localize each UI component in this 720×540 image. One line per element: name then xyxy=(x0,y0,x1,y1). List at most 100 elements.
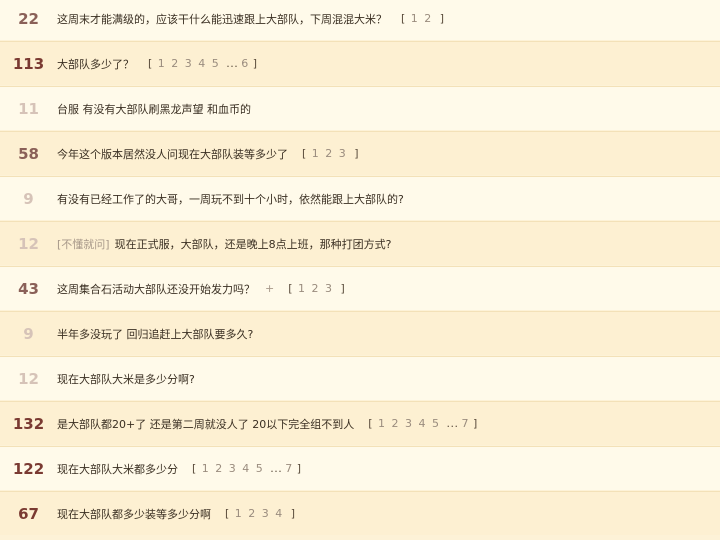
pager-open-bracket: [ xyxy=(192,462,197,475)
pager-page-link[interactable]: 4 xyxy=(198,57,206,70)
pager-page-link[interactable]: 4 xyxy=(275,507,283,520)
thread-row: 58 今年这个版本居然没人问现在大部队装等多少了 [1 2 3 ] xyxy=(0,131,720,175)
pager-open-bracket: [ xyxy=(401,12,406,25)
reply-count: 113 xyxy=(12,54,45,73)
thread-pager: [1 2 3 4 5 ... 6] xyxy=(148,57,258,70)
pager-page-link[interactable]: 4 xyxy=(242,462,250,475)
pager-close-bracket: ] xyxy=(473,417,478,430)
thread-title-group: 是大部队都20+了 还是第二周就没人了 20以下完全组不到人 [1 2 3 4 5… xyxy=(57,416,478,432)
thread-title-group: 有没有已经工作了的大哥，一周玩不到十个小时，依然能跟上大部队的? xyxy=(57,191,404,207)
pager-page-link[interactable]: 5 xyxy=(432,417,440,430)
thread-title-group: 现在大部队都多少装等多少分啊 [1 2 3 4 ] xyxy=(57,506,296,522)
thread-row: 43 这周集合石活动大部队还没开始发力吗？ + [1 2 3 ] xyxy=(0,266,720,310)
reply-count: 122 xyxy=(12,459,45,478)
pager-page-link[interactable]: 1 xyxy=(158,57,166,70)
thread-title-link[interactable]: 现在正式服，大部队，还是晚上8点上班，那种打团方式? xyxy=(115,236,392,252)
pager-close-bracket: ] xyxy=(354,147,360,160)
thread-title-link[interactable]: 有没有已经工作了的大哥，一周玩不到十个小时，依然能跟上大部队的? xyxy=(57,191,404,207)
pager-page-link[interactable]: 5 xyxy=(256,462,264,475)
pager-page-link[interactable]: 3 xyxy=(262,507,270,520)
thread-row: 12 现在大部队大米是多少分啊? xyxy=(0,356,720,400)
pager-close-bracket: ] xyxy=(340,282,346,295)
thread-title-link[interactable]: 大部队多少了？ xyxy=(57,56,134,72)
reply-count: 9 xyxy=(23,189,34,208)
thread-title-link[interactable]: 是大部队都20+了 还是第二周就没人了 20以下完全组不到人 xyxy=(57,416,354,432)
pager-last-page-link[interactable]: 6 xyxy=(241,57,249,70)
reply-count: 132 xyxy=(12,414,45,433)
thread-pager: [1 2 3 4 5 ... 7] xyxy=(192,462,302,475)
pager-page-link[interactable]: 2 xyxy=(248,507,256,520)
thread-title-group: 今年这个版本居然没人问现在大部队装等多少了 [1 2 3 ] xyxy=(57,146,359,162)
thread-row: 132 是大部队都20+了 还是第二周就没人了 20以下完全组不到人[1 2 3 … xyxy=(0,401,720,445)
thread-title-group: 现在大部队大米都多少分 [1 2 3 4 5 ... 7] xyxy=(57,461,302,477)
pager-page-link[interactable]: 1 xyxy=(202,462,210,475)
reply-count: 58 xyxy=(18,144,39,163)
thread-title-group: 半年多没玩了 回归追赶上大部队要多久? xyxy=(57,326,253,342)
thread-pager: [1 2 ] xyxy=(401,12,445,25)
pager-ellipsis: ... xyxy=(226,57,239,70)
pager-open-bracket: [ xyxy=(148,57,153,70)
thread-title-link[interactable]: 现在大部队大米都多少分 xyxy=(57,461,178,477)
thread-title-link[interactable]: 台服 有没有大部队刷黑龙声望 和血币的 xyxy=(57,101,251,117)
thread-prefix-tag[interactable]: [不懂就问] xyxy=(57,236,110,252)
pager-page-link[interactable]: 2 xyxy=(215,462,223,475)
pager-close-bracket: ] xyxy=(439,12,445,25)
thread-pager: [1 2 3 4 ] xyxy=(225,507,296,520)
pager-page-link[interactable]: 1 xyxy=(411,12,419,25)
thread-row: 9 有没有已经工作了的大哥，一周玩不到十个小时，依然能跟上大部队的? xyxy=(0,176,720,220)
pager-close-bracket: ] xyxy=(296,462,302,475)
reply-count: 43 xyxy=(18,279,39,298)
pager-page-link[interactable]: 3 xyxy=(339,147,347,160)
pager-page-link[interactable]: 2 xyxy=(325,147,333,160)
pager-page-link[interactable]: 3 xyxy=(185,57,193,70)
thread-pager: [1 2 3 4 5 ... 7] xyxy=(368,417,478,430)
thread-row: 22 这周末才能满级的，应该干什么能迅速跟上大部队，下周混混大米？ [1 2 ] xyxy=(0,0,720,40)
pager-page-link[interactable]: 5 xyxy=(212,57,220,70)
thread-title-link[interactable]: 半年多没玩了 回归追赶上大部队要多久? xyxy=(57,326,253,342)
thread-row: 122 现在大部队大米都多少分 [1 2 3 4 5 ... 7] xyxy=(0,446,720,490)
thread-title-group: 现在大部队大米是多少分啊? xyxy=(57,371,195,387)
pager-page-link[interactable]: 3 xyxy=(229,462,237,475)
thread-title-link[interactable]: 现在大部队大米是多少分啊? xyxy=(57,371,195,387)
plus-icon: + xyxy=(265,282,275,295)
pager-ellipsis: ... xyxy=(270,462,283,475)
thread-list: 22 这周末才能满级的，应该干什么能迅速跟上大部队，下周混混大米？[1 2 ] 11… xyxy=(0,0,720,540)
pager-ellipsis: ... xyxy=(446,417,459,430)
reply-count: 67 xyxy=(18,504,39,523)
pager-page-link[interactable]: 3 xyxy=(405,417,413,430)
thread-title-link[interactable]: 现在大部队都多少装等多少分啊 xyxy=(57,506,211,522)
thread-title-group: 这周集合石活动大部队还没开始发力吗？ + [1 2 3 ] xyxy=(57,281,345,297)
pager-last-page-link[interactable]: 7 xyxy=(462,417,470,430)
reply-count: 9 xyxy=(23,324,34,343)
pager-page-link[interactable]: 2 xyxy=(312,282,320,295)
thread-pager: [1 2 3 ] xyxy=(288,282,345,295)
pager-last-page-link[interactable]: 7 xyxy=(285,462,293,475)
thread-title-group: [不懂就问] 现在正式服，大部队，还是晚上8点上班，那种打团方式? xyxy=(57,236,391,252)
thread-row: 67 现在大部队都多少装等多少分啊 [1 2 3 4 ] xyxy=(0,491,720,535)
pager-page-link[interactable]: 2 xyxy=(392,417,400,430)
pager-close-bracket: ] xyxy=(252,57,258,70)
pager-page-link[interactable]: 2 xyxy=(171,57,179,70)
reply-count: 11 xyxy=(18,99,39,118)
thread-pager: [1 2 3 ] xyxy=(302,147,359,160)
thread-row: 113 大部队多少了？ [1 2 3 4 5 ... 6] xyxy=(0,41,720,85)
thread-row: 9 半年多没玩了 回归追赶上大部队要多久? xyxy=(0,311,720,355)
reply-count: 12 xyxy=(18,369,39,388)
thread-title-link[interactable]: 这周末才能满级的，应该干什么能迅速跟上大部队，下周混混大米？ xyxy=(57,11,387,27)
reply-count: 22 xyxy=(18,9,39,28)
pager-page-link[interactable]: 1 xyxy=(312,147,320,160)
pager-open-bracket: [ xyxy=(302,147,307,160)
pager-page-link[interactable]: 1 xyxy=(235,507,243,520)
thread-title-link[interactable]: 这周集合石活动大部队还没开始发力吗？ xyxy=(57,281,255,297)
thread-title-group: 这周末才能满级的，应该干什么能迅速跟上大部队，下周混混大米？ [1 2 ] xyxy=(57,11,445,27)
pager-page-link[interactable]: 1 xyxy=(378,417,386,430)
pager-page-link[interactable]: 4 xyxy=(419,417,427,430)
thread-title-link[interactable]: 今年这个版本居然没人问现在大部队装等多少了 xyxy=(57,146,288,162)
pager-page-link[interactable]: 1 xyxy=(298,282,306,295)
pager-page-link[interactable]: 2 xyxy=(424,12,432,25)
pager-page-link[interactable]: 3 xyxy=(325,282,333,295)
thread-row: 11 台服 有没有大部队刷黑龙声望 和血币的 xyxy=(0,86,720,130)
pager-open-bracket: [ xyxy=(225,507,230,520)
pager-close-bracket: ] xyxy=(290,507,296,520)
pager-open-bracket: [ xyxy=(288,282,294,295)
